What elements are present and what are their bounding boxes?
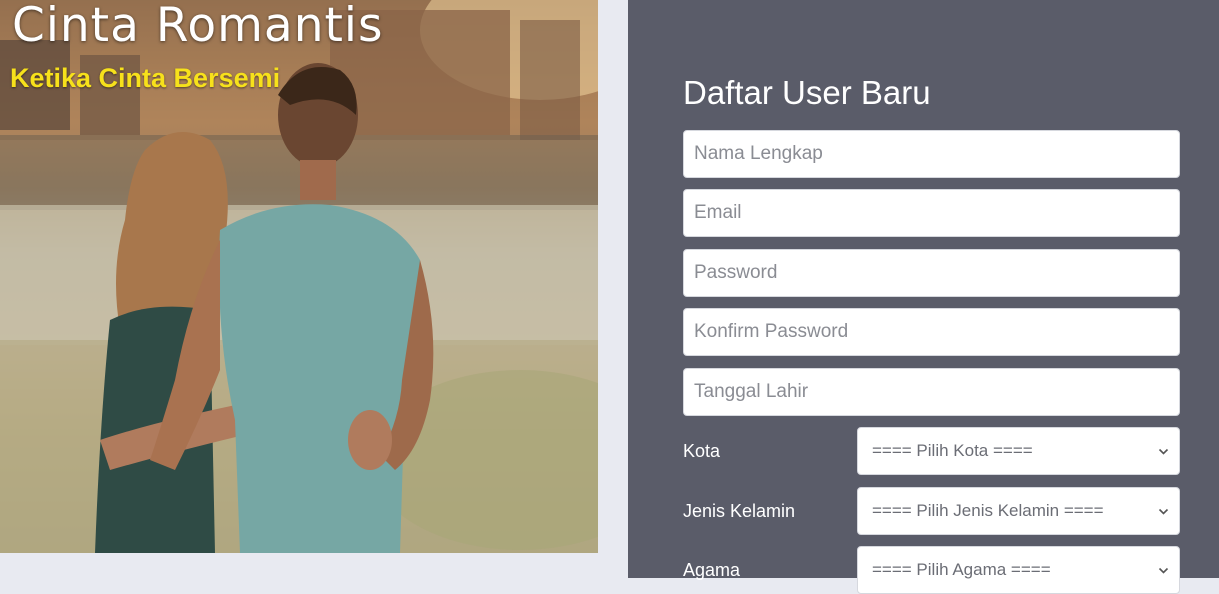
jenis-kelamin-select-value: ==== Pilih Jenis Kelamin ==== (872, 501, 1104, 520)
kota-select[interactable]: ==== Pilih Kota ==== (857, 427, 1180, 475)
registration-panel: Daftar User Baru Kota ==== Pilih Kota ==… (628, 0, 1219, 594)
agama-select-value: ==== Pilih Agama ==== (872, 560, 1051, 579)
chevron-down-icon (1158, 567, 1169, 574)
form-title: Daftar User Baru (683, 74, 931, 111)
jenis-kelamin-label: Jenis Kelamin (683, 501, 796, 521)
hero-subtitle: Ketika Cinta Bersemi (10, 63, 281, 93)
chevron-down-icon (1158, 508, 1169, 515)
hero-image: Cinta Romantis Ketika Cinta Bersemi (0, 0, 598, 553)
password-input[interactable] (683, 249, 1180, 297)
jenis-kelamin-select[interactable]: ==== Pilih Jenis Kelamin ==== (857, 487, 1180, 535)
email-input[interactable] (683, 189, 1180, 237)
tanggal-lahir-input[interactable] (683, 368, 1180, 416)
agama-select[interactable]: ==== Pilih Agama ==== (857, 546, 1180, 594)
konfirm-password-input[interactable] (683, 308, 1180, 356)
nama-lengkap-input[interactable] (683, 130, 1180, 178)
chevron-down-icon (1158, 448, 1169, 455)
hero-title: Cinta Romantis (12, 0, 384, 53)
kota-label: Kota (683, 441, 721, 461)
agama-label: Agama (683, 560, 741, 580)
kota-select-value: ==== Pilih Kota ==== (872, 441, 1033, 460)
